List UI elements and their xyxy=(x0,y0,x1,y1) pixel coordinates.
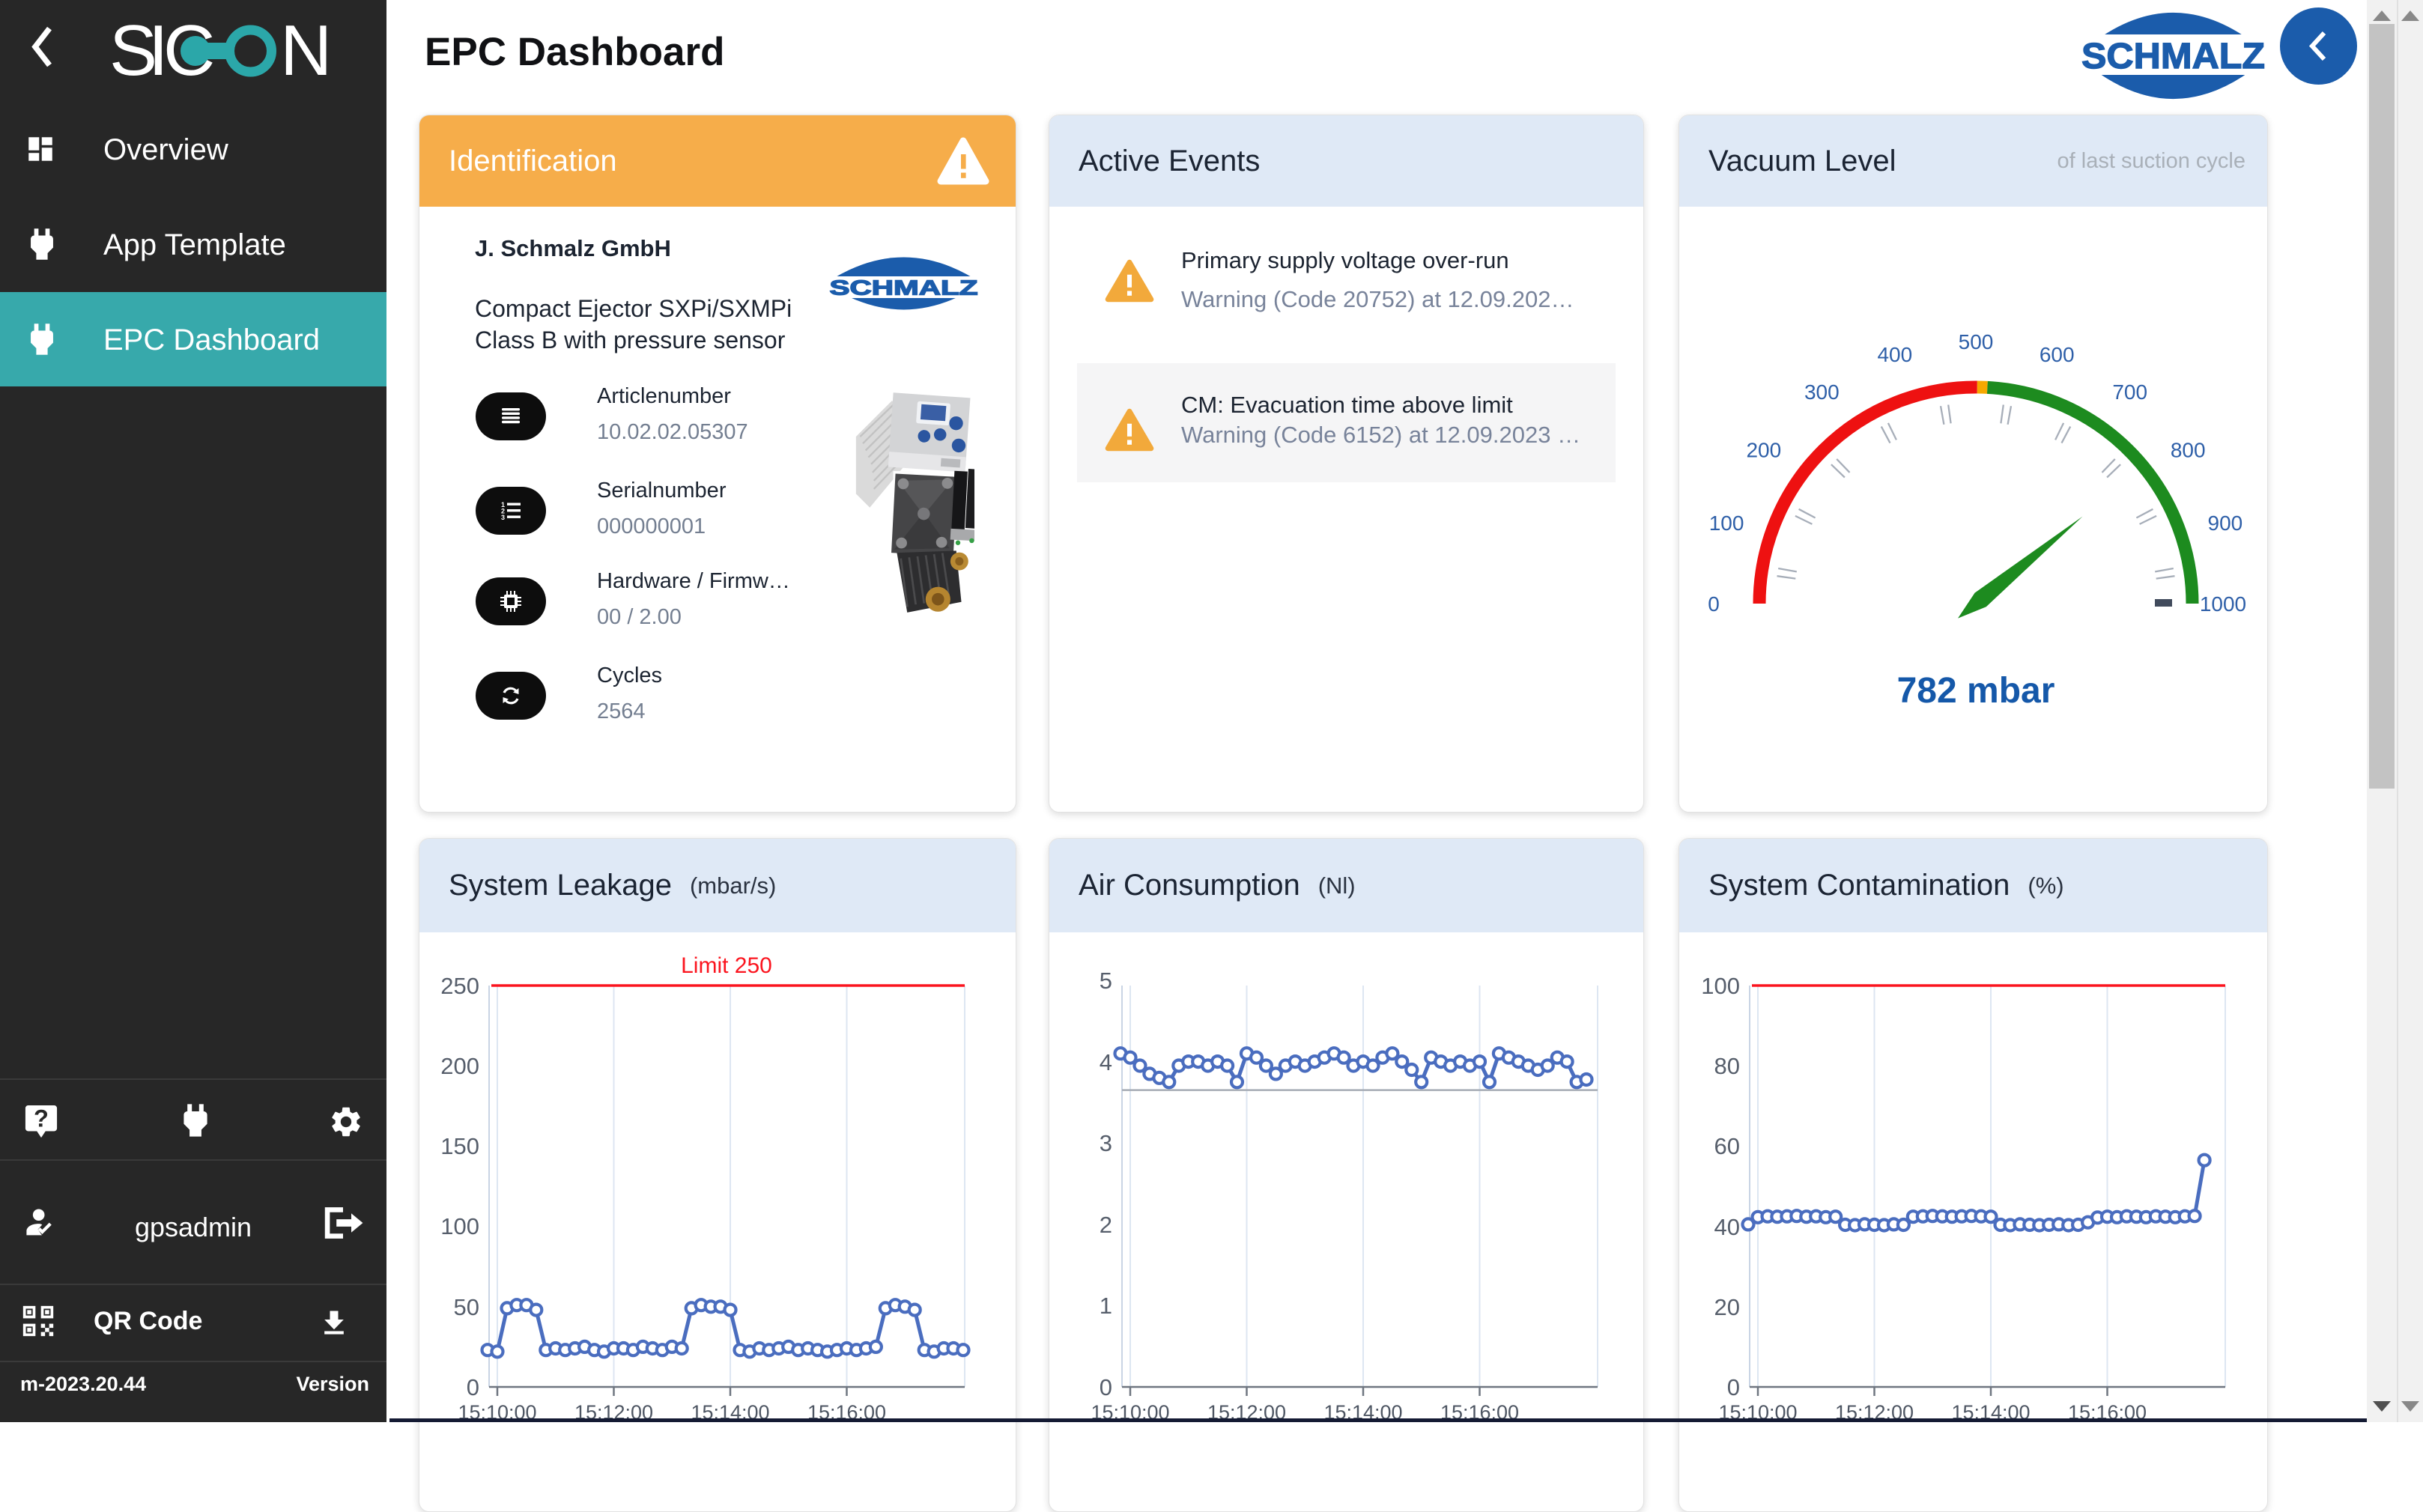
svg-text:0: 0 xyxy=(1727,1374,1740,1400)
svg-text:20: 20 xyxy=(1714,1294,1740,1320)
svg-text:50: 50 xyxy=(454,1294,479,1320)
svg-text:2: 2 xyxy=(1100,1212,1112,1238)
svg-text:782 mbar: 782 mbar xyxy=(1897,671,2055,711)
svg-text:60: 60 xyxy=(1714,1133,1740,1159)
svg-text:0: 0 xyxy=(1100,1374,1112,1400)
svg-text:100: 100 xyxy=(440,1213,479,1239)
svg-text:100: 100 xyxy=(1709,511,1744,535)
svg-text:3: 3 xyxy=(501,514,505,521)
svg-text:100: 100 xyxy=(1701,973,1740,999)
svg-text:5: 5 xyxy=(1100,968,1112,994)
svg-text:Limit 250: Limit 250 xyxy=(681,953,772,978)
svg-text:250: 250 xyxy=(440,973,479,999)
svg-text:SCHMALZ: SCHMALZ xyxy=(830,276,978,300)
svg-text:0: 0 xyxy=(1708,592,1720,616)
svg-text:200: 200 xyxy=(440,1053,479,1079)
svg-text:700: 700 xyxy=(2112,380,2147,404)
svg-text:4: 4 xyxy=(1100,1049,1112,1075)
svg-text:600: 600 xyxy=(2040,343,2075,366)
svg-text:1: 1 xyxy=(1100,1293,1112,1319)
svg-text:3: 3 xyxy=(1100,1130,1112,1156)
svg-text:200: 200 xyxy=(1746,438,1781,461)
svg-text:40: 40 xyxy=(1714,1214,1740,1240)
svg-text:300: 300 xyxy=(1804,380,1840,404)
svg-text:SCHMALZ: SCHMALZ xyxy=(2081,37,2265,76)
svg-text:400: 400 xyxy=(1877,343,1912,366)
svg-text:0: 0 xyxy=(467,1374,479,1400)
svg-text:800: 800 xyxy=(2171,438,2206,461)
svg-text:150: 150 xyxy=(440,1133,479,1159)
svg-text:?: ? xyxy=(34,1105,49,1132)
svg-text:N: N xyxy=(280,21,332,79)
svg-text:1000: 1000 xyxy=(2200,592,2246,616)
svg-text:900: 900 xyxy=(2208,511,2243,535)
svg-text:80: 80 xyxy=(1714,1053,1740,1079)
svg-text:500: 500 xyxy=(1959,330,1994,353)
